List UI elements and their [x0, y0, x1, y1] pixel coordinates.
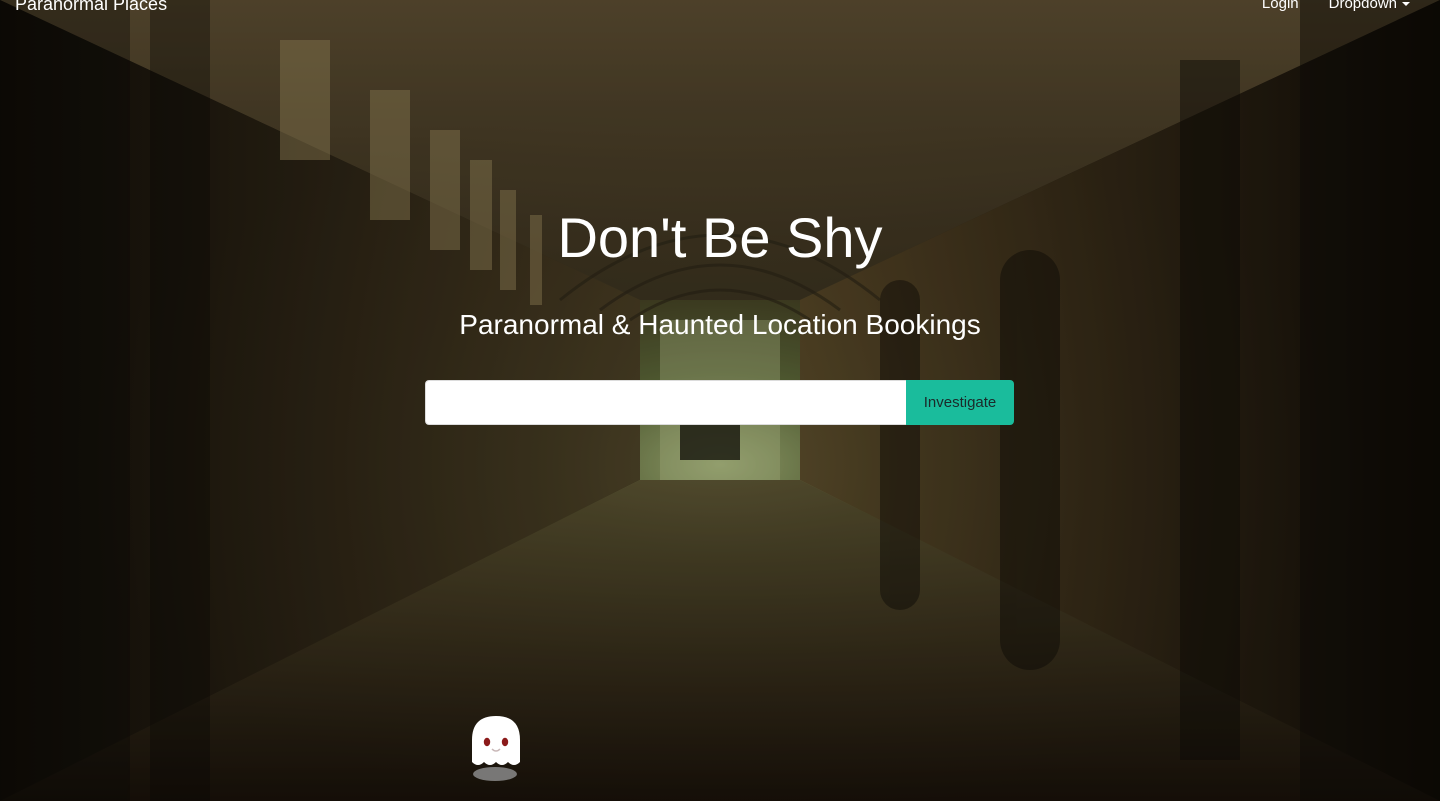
- brand-link[interactable]: Paranormal Places: [15, 0, 167, 16]
- search-form: Investigate: [425, 380, 1014, 425]
- nav-links: Login Dropdown: [1262, 0, 1410, 14]
- dropdown-toggle[interactable]: Dropdown: [1329, 0, 1410, 14]
- ghost-icon: [472, 716, 520, 781]
- investigate-button[interactable]: Investigate: [906, 380, 1014, 425]
- page: Paranormal Places Login Dropdown Don't B…: [0, 0, 1440, 801]
- dropdown-label: Dropdown: [1328, 0, 1397, 12]
- navbar: Paranormal Places Login Dropdown: [0, 0, 1440, 20]
- hero-title: Don't Be Shy: [557, 206, 883, 269]
- login-link[interactable]: Login: [1262, 0, 1299, 14]
- search-input[interactable]: [425, 380, 906, 425]
- hero-subtitle: Paranormal & Haunted Location Bookings: [459, 309, 981, 340]
- caret-down-icon: [1402, 2, 1410, 7]
